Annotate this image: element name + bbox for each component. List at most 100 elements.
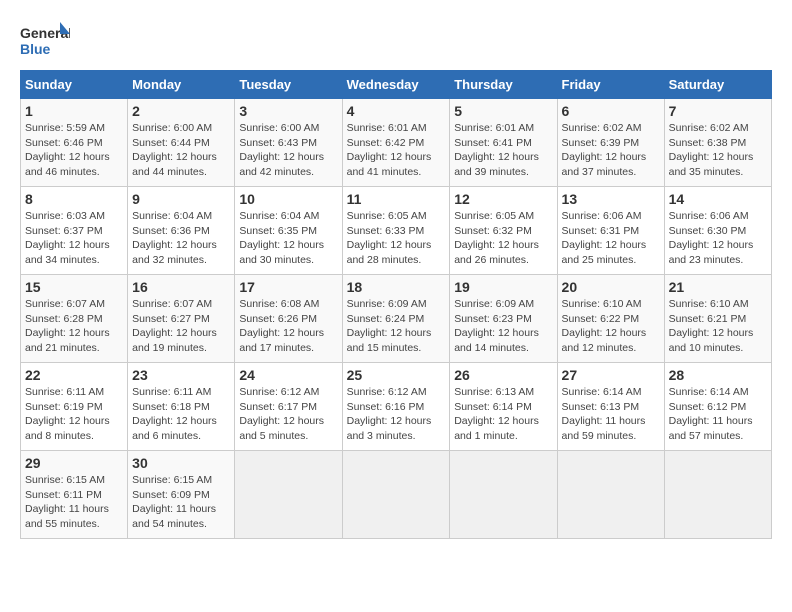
day-info: Sunrise: 6:11 AM Sunset: 6:19 PM Dayligh… (25, 385, 123, 444)
day-info: Sunrise: 6:01 AM Sunset: 6:42 PM Dayligh… (347, 121, 446, 180)
calendar-day: 14 Sunrise: 6:06 AM Sunset: 6:30 PM Dayl… (664, 187, 771, 275)
day-number: 27 (562, 367, 660, 383)
calendar-day: 8 Sunrise: 6:03 AM Sunset: 6:37 PM Dayli… (21, 187, 128, 275)
day-number: 22 (25, 367, 123, 383)
calendar-day (664, 451, 771, 539)
calendar-day: 30 Sunrise: 6:15 AM Sunset: 6:09 PM Dayl… (128, 451, 235, 539)
day-info: Sunrise: 6:14 AM Sunset: 6:13 PM Dayligh… (562, 385, 660, 444)
day-header-sunday: Sunday (21, 71, 128, 99)
day-number: 15 (25, 279, 123, 295)
day-number: 13 (562, 191, 660, 207)
calendar-day: 17 Sunrise: 6:08 AM Sunset: 6:26 PM Dayl… (235, 275, 342, 363)
day-info: Sunrise: 6:14 AM Sunset: 6:12 PM Dayligh… (669, 385, 767, 444)
calendar-table: SundayMondayTuesdayWednesdayThursdayFrid… (20, 70, 772, 539)
day-number: 28 (669, 367, 767, 383)
day-number: 9 (132, 191, 230, 207)
day-number: 3 (239, 103, 337, 119)
day-number: 24 (239, 367, 337, 383)
day-info: Sunrise: 6:00 AM Sunset: 6:44 PM Dayligh… (132, 121, 230, 180)
calendar-day: 16 Sunrise: 6:07 AM Sunset: 6:27 PM Dayl… (128, 275, 235, 363)
day-number: 18 (347, 279, 446, 295)
day-info: Sunrise: 6:07 AM Sunset: 6:28 PM Dayligh… (25, 297, 123, 356)
calendar-day: 6 Sunrise: 6:02 AM Sunset: 6:39 PM Dayli… (557, 99, 664, 187)
calendar-day: 28 Sunrise: 6:14 AM Sunset: 6:12 PM Dayl… (664, 363, 771, 451)
day-info: Sunrise: 6:04 AM Sunset: 6:35 PM Dayligh… (239, 209, 337, 268)
day-info: Sunrise: 6:06 AM Sunset: 6:30 PM Dayligh… (669, 209, 767, 268)
calendar-day: 12 Sunrise: 6:05 AM Sunset: 6:32 PM Dayl… (450, 187, 557, 275)
calendar-week-2: 8 Sunrise: 6:03 AM Sunset: 6:37 PM Dayli… (21, 187, 772, 275)
calendar-day: 21 Sunrise: 6:10 AM Sunset: 6:21 PM Dayl… (664, 275, 771, 363)
day-info: Sunrise: 6:10 AM Sunset: 6:22 PM Dayligh… (562, 297, 660, 356)
day-number: 12 (454, 191, 552, 207)
calendar-day: 3 Sunrise: 6:00 AM Sunset: 6:43 PM Dayli… (235, 99, 342, 187)
calendar-day: 19 Sunrise: 6:09 AM Sunset: 6:23 PM Dayl… (450, 275, 557, 363)
day-number: 1 (25, 103, 123, 119)
day-header-saturday: Saturday (664, 71, 771, 99)
day-info: Sunrise: 5:59 AM Sunset: 6:46 PM Dayligh… (25, 121, 123, 180)
calendar-day: 2 Sunrise: 6:00 AM Sunset: 6:44 PM Dayli… (128, 99, 235, 187)
day-info: Sunrise: 6:12 AM Sunset: 6:17 PM Dayligh… (239, 385, 337, 444)
calendar-day: 20 Sunrise: 6:10 AM Sunset: 6:22 PM Dayl… (557, 275, 664, 363)
day-info: Sunrise: 6:02 AM Sunset: 6:39 PM Dayligh… (562, 121, 660, 180)
day-header-monday: Monday (128, 71, 235, 99)
day-number: 14 (669, 191, 767, 207)
day-number: 2 (132, 103, 230, 119)
calendar-day: 9 Sunrise: 6:04 AM Sunset: 6:36 PM Dayli… (128, 187, 235, 275)
day-header-friday: Friday (557, 71, 664, 99)
calendar-day (342, 451, 450, 539)
calendar-week-5: 29 Sunrise: 6:15 AM Sunset: 6:11 PM Dayl… (21, 451, 772, 539)
day-info: Sunrise: 6:04 AM Sunset: 6:36 PM Dayligh… (132, 209, 230, 268)
day-header-thursday: Thursday (450, 71, 557, 99)
calendar-day: 22 Sunrise: 6:11 AM Sunset: 6:19 PM Dayl… (21, 363, 128, 451)
day-number: 7 (669, 103, 767, 119)
day-number: 8 (25, 191, 123, 207)
calendar-day: 15 Sunrise: 6:07 AM Sunset: 6:28 PM Dayl… (21, 275, 128, 363)
day-info: Sunrise: 6:01 AM Sunset: 6:41 PM Dayligh… (454, 121, 552, 180)
day-info: Sunrise: 6:09 AM Sunset: 6:23 PM Dayligh… (454, 297, 552, 356)
day-info: Sunrise: 6:15 AM Sunset: 6:11 PM Dayligh… (25, 473, 123, 532)
day-info: Sunrise: 6:05 AM Sunset: 6:32 PM Dayligh… (454, 209, 552, 268)
calendar-day: 5 Sunrise: 6:01 AM Sunset: 6:41 PM Dayli… (450, 99, 557, 187)
calendar-day: 27 Sunrise: 6:14 AM Sunset: 6:13 PM Dayl… (557, 363, 664, 451)
calendar-week-1: 1 Sunrise: 5:59 AM Sunset: 6:46 PM Dayli… (21, 99, 772, 187)
day-info: Sunrise: 6:10 AM Sunset: 6:21 PM Dayligh… (669, 297, 767, 356)
calendar-day: 29 Sunrise: 6:15 AM Sunset: 6:11 PM Dayl… (21, 451, 128, 539)
day-info: Sunrise: 6:12 AM Sunset: 6:16 PM Dayligh… (347, 385, 446, 444)
day-number: 10 (239, 191, 337, 207)
day-info: Sunrise: 6:02 AM Sunset: 6:38 PM Dayligh… (669, 121, 767, 180)
day-header-wednesday: Wednesday (342, 71, 450, 99)
calendar-day (450, 451, 557, 539)
day-info: Sunrise: 6:00 AM Sunset: 6:43 PM Dayligh… (239, 121, 337, 180)
day-number: 25 (347, 367, 446, 383)
day-info: Sunrise: 6:13 AM Sunset: 6:14 PM Dayligh… (454, 385, 552, 444)
calendar-week-4: 22 Sunrise: 6:11 AM Sunset: 6:19 PM Dayl… (21, 363, 772, 451)
day-info: Sunrise: 6:11 AM Sunset: 6:18 PM Dayligh… (132, 385, 230, 444)
calendar-header-row: SundayMondayTuesdayWednesdayThursdayFrid… (21, 71, 772, 99)
svg-text:Blue: Blue (20, 41, 51, 57)
calendar-day: 26 Sunrise: 6:13 AM Sunset: 6:14 PM Dayl… (450, 363, 557, 451)
day-number: 19 (454, 279, 552, 295)
day-number: 21 (669, 279, 767, 295)
calendar-day (557, 451, 664, 539)
day-info: Sunrise: 6:08 AM Sunset: 6:26 PM Dayligh… (239, 297, 337, 356)
day-number: 6 (562, 103, 660, 119)
calendar-week-3: 15 Sunrise: 6:07 AM Sunset: 6:28 PM Dayl… (21, 275, 772, 363)
calendar-day: 4 Sunrise: 6:01 AM Sunset: 6:42 PM Dayli… (342, 99, 450, 187)
calendar-day: 24 Sunrise: 6:12 AM Sunset: 6:17 PM Dayl… (235, 363, 342, 451)
calendar-day (235, 451, 342, 539)
calendar-day: 25 Sunrise: 6:12 AM Sunset: 6:16 PM Dayl… (342, 363, 450, 451)
calendar-day: 11 Sunrise: 6:05 AM Sunset: 6:33 PM Dayl… (342, 187, 450, 275)
day-info: Sunrise: 6:15 AM Sunset: 6:09 PM Dayligh… (132, 473, 230, 532)
day-number: 29 (25, 455, 123, 471)
day-number: 20 (562, 279, 660, 295)
day-info: Sunrise: 6:05 AM Sunset: 6:33 PM Dayligh… (347, 209, 446, 268)
day-info: Sunrise: 6:07 AM Sunset: 6:27 PM Dayligh… (132, 297, 230, 356)
calendar-day: 1 Sunrise: 5:59 AM Sunset: 6:46 PM Dayli… (21, 99, 128, 187)
day-number: 11 (347, 191, 446, 207)
page-header: General Blue (20, 20, 772, 60)
day-number: 23 (132, 367, 230, 383)
day-info: Sunrise: 6:06 AM Sunset: 6:31 PM Dayligh… (562, 209, 660, 268)
calendar-day: 23 Sunrise: 6:11 AM Sunset: 6:18 PM Dayl… (128, 363, 235, 451)
calendar-day: 13 Sunrise: 6:06 AM Sunset: 6:31 PM Dayl… (557, 187, 664, 275)
day-number: 4 (347, 103, 446, 119)
